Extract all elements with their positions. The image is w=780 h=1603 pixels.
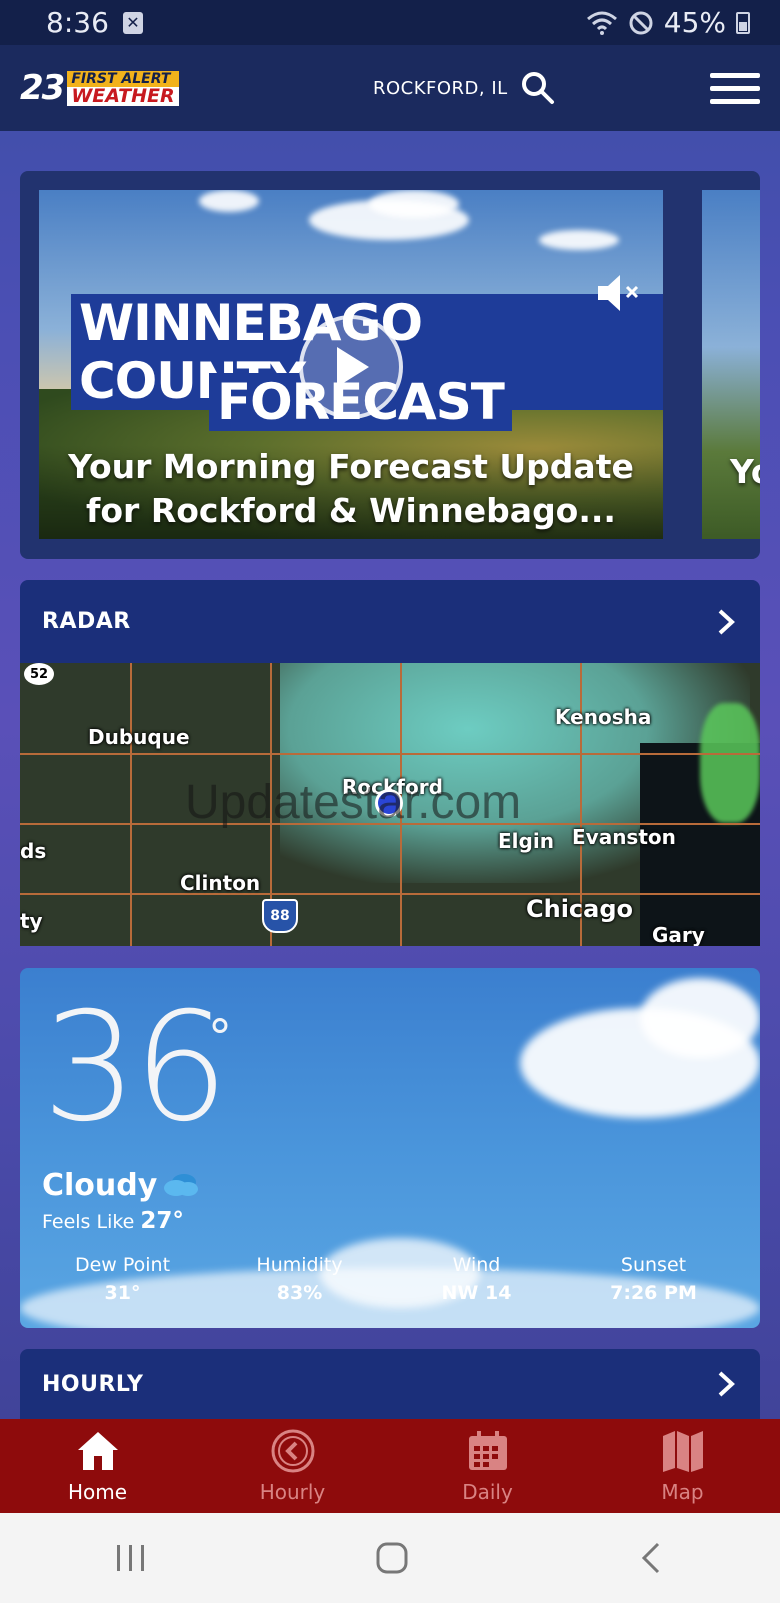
feels-like: Feels Like 27° — [42, 1208, 184, 1234]
stat-value: NW 14 — [441, 1282, 512, 1304]
degree-symbol: ° — [208, 1010, 232, 1066]
feels-like-value: 27° — [140, 1208, 184, 1234]
clock-icon — [271, 1429, 314, 1473]
city-label: Kenosha — [555, 705, 652, 729]
chevron-right-icon[interactable] — [714, 608, 738, 636]
system-navigation-bar — [0, 1513, 780, 1603]
battery-icon — [736, 11, 750, 34]
status-bar: 8:36 ✕ 45% — [0, 0, 780, 45]
status-time: 8:36 — [46, 6, 109, 39]
feels-like-label: Feels Like — [42, 1211, 135, 1233]
hourly-title: HOURLY — [42, 1371, 144, 1397]
home-icon — [77, 1432, 118, 1470]
route-52-badge: 52 — [24, 663, 54, 685]
edge-label: ty — [20, 909, 43, 933]
stat-dew-point: Dew Point 31° — [34, 1254, 211, 1304]
stat-humidity: Humidity 83% — [211, 1254, 388, 1304]
city-label: Elgin — [498, 829, 554, 853]
stat-label: Sunset — [620, 1254, 687, 1276]
hamburger-menu-icon[interactable] — [710, 72, 760, 104]
watermark: Updatestar.com — [185, 776, 522, 829]
location-selector[interactable]: ROCKFORD, IL — [373, 70, 556, 106]
video-carousel[interactable]: WINNEBAGO COUNTY FORECAST Your Morning F… — [20, 171, 760, 559]
conditions-stats: Dew Point 31° Humidity 83% Wind NW 14 Su… — [20, 1254, 760, 1304]
current-conditions-card[interactable]: 36 ° Cloudy Feels Like 27° Dew Point 31°… — [20, 968, 760, 1328]
location-label: ROCKFORD, IL — [372, 77, 508, 99]
city-label: Dubuque — [88, 725, 190, 749]
stat-label: Humidity — [256, 1254, 343, 1276]
city-label: Evanston — [572, 825, 676, 849]
video-caption: Your Morning Forecast Update for Rockfor… — [39, 445, 663, 539]
mute-icon[interactable] — [596, 272, 642, 314]
recent-apps-icon[interactable] — [114, 1543, 148, 1573]
interstate-88-shield: 88 — [262, 899, 298, 933]
condition-text: Cloudy — [42, 1168, 158, 1203]
app-header: 23 FIRST ALERT WEATHER ROCKFORD, IL — [0, 45, 780, 131]
hourly-header[interactable]: HOURLY — [20, 1349, 760, 1419]
current-temperature: 36 — [42, 981, 229, 1155]
logo-number: 23 — [20, 68, 65, 108]
station-logo[interactable]: 23 FIRST ALERT WEATHER — [20, 68, 179, 108]
play-button[interactable] — [299, 315, 403, 419]
stat-sunset: Sunset 7:26 PM — [565, 1254, 742, 1304]
chevron-right-icon[interactable] — [714, 1370, 738, 1398]
notification-icon: ✕ — [122, 11, 143, 34]
stat-label: Dew Point — [74, 1254, 171, 1276]
city-label: Gary — [652, 923, 705, 946]
radar-map[interactable]: 52 Dubuque Rockford Kenosha Elgin Evanst… — [20, 663, 760, 946]
nav-daily[interactable]: Daily — [390, 1428, 585, 1504]
nav-hourly[interactable]: Hourly — [195, 1428, 390, 1504]
search-icon[interactable] — [520, 70, 556, 106]
stat-label: Wind — [452, 1254, 501, 1276]
map-icon — [662, 1431, 703, 1472]
nav-label: Daily — [462, 1480, 513, 1504]
stat-value: 83% — [276, 1282, 323, 1304]
city-label: Chicago — [526, 895, 634, 923]
play-icon — [337, 347, 369, 387]
nav-home[interactable]: Home — [0, 1428, 195, 1504]
back-icon[interactable] — [636, 1541, 666, 1575]
stat-value: 7:26 PM — [610, 1282, 697, 1304]
city-label: Clinton — [180, 871, 261, 895]
do-not-disturb-icon — [629, 11, 653, 34]
stat-value: 31° — [104, 1282, 141, 1304]
nav-label: Hourly — [259, 1480, 326, 1504]
next-video-caption: Yo — [730, 452, 760, 491]
bottom-navigation: Home Hourly Daily Map — [0, 1419, 780, 1513]
nav-label: Home — [67, 1480, 128, 1504]
home-button-icon[interactable] — [375, 1541, 409, 1575]
cloudy-icon — [164, 1174, 198, 1196]
battery-percent: 45% — [663, 6, 726, 39]
radar-header[interactable]: RADAR — [20, 580, 760, 663]
wifi-icon — [586, 11, 617, 35]
video-player[interactable]: WINNEBAGO COUNTY FORECAST Your Morning F… — [39, 190, 663, 539]
next-video-card[interactable]: Yo — [702, 190, 760, 539]
logo-bottom-text: WEATHER — [67, 86, 179, 106]
nav-map[interactable]: Map — [585, 1428, 780, 1504]
stat-wind: Wind NW 14 — [388, 1254, 565, 1304]
nav-label: Map — [661, 1480, 704, 1504]
calendar-icon — [468, 1431, 507, 1470]
radar-title: RADAR — [42, 609, 131, 634]
edge-label: ds — [20, 839, 47, 863]
